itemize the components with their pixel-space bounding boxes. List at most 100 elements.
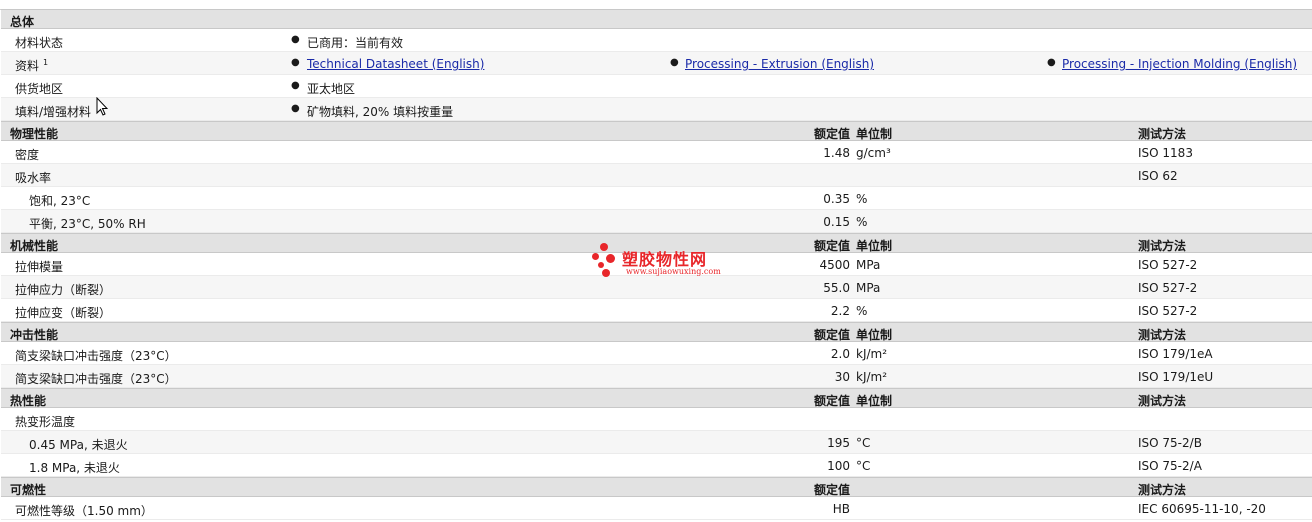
row-method: ISO 179/1eA [1138,347,1213,361]
row-value: 55.0 [823,281,850,295]
row-method: ISO 527-2 [1138,304,1198,318]
row-method: ISO 527-2 [1138,258,1198,272]
row-label: 拉伸模量 [15,260,64,274]
table-row: 简支梁缺口冲击强度（23°C） 30 kJ/m² ISO 179/1eU [1,365,1312,388]
watermark-url: www.sujiaowuxing.com [626,267,721,276]
table-row: 吸水率 ISO 62 [1,164,1312,187]
unit-header: 单位制 [856,127,893,141]
row-label: 拉伸应变（断裂） [15,306,112,320]
row-value: HB [832,502,850,516]
row-label: 简支梁缺口冲击强度（23°C） [15,349,177,363]
table-row: 0.45 MPa, 未退火 195 °C ISO 75-2/B [1,431,1312,454]
section-thermal-header: 热性能 额定值 单位制 测试方法 [1,388,1312,408]
table-row: 资料 1 ● Technical Datasheet (English) ● Pr… [1,52,1312,75]
bullet-icon: ● [1047,57,1056,68]
row-unit: kJ/m² [856,347,888,361]
section-title: 机械性能 [10,239,59,253]
table-row: 拉伸应变（断裂） 2.2 % ISO 527-2 [1,299,1312,322]
row-value: 30 [834,370,850,384]
section-title: 冲击性能 [10,328,59,342]
row-value: 4500 [819,258,850,272]
section-general-header: 总体 [1,9,1312,29]
table-row: 密度 1.48 g/cm³ ISO 1183 [1,141,1312,164]
row-value: 100 [827,459,850,473]
row-unit: MPa [856,281,881,295]
row-label: 0.45 MPa, 未退火 [29,438,128,452]
row-method: ISO 1183 [1138,146,1193,160]
row-method: IEC 60695-11-10, -20 [1138,502,1266,516]
row-method: ISO 179/1eU [1138,370,1214,384]
unit-header: 单位制 [856,239,893,253]
row-value: 195 [827,436,850,450]
table-row: 填料/增强材料 ● 矿物填料, 20% 填料按重量 [1,98,1312,121]
section-physical-header: 物理性能 额定值 单位制 测试方法 [1,121,1312,141]
bullet-icon: ● [670,57,679,68]
nominal-header: 额定值 [813,127,850,141]
row-unit: % [856,304,868,318]
unit-header: 单位制 [856,394,893,408]
row-label: 密度 [15,148,40,162]
row-label: 供货地区 [15,82,64,96]
processing-injection-molding-link[interactable]: Processing - Injection Molding (English) [1062,57,1297,71]
section-flammability-header: 可燃性 额定值 测试方法 [1,477,1312,497]
section-title: 总体 [10,15,35,29]
table-row: 拉伸应力（断裂） 55.0 MPa ISO 527-2 [1,276,1312,299]
table-row: 热变形温度 [1,408,1312,431]
mouse-cursor-icon [96,97,108,116]
row-value: 已商用：当前有效 [307,36,404,50]
nominal-header: 额定值 [813,483,850,497]
bullet-icon: ● [291,80,300,91]
row-label: 可燃性等级（1.50 mm） [15,504,153,518]
row-method: ISO 75-2/B [1138,436,1202,450]
row-method: ISO 527-2 [1138,281,1198,295]
row-label: 饱和, 23°C [29,194,91,208]
table-row: 供货地区 ● 亚太地区 [1,75,1312,98]
table-row: 平衡, 23°C, 50% RH 0.15 % [1,210,1312,233]
row-value: 0.15 [823,215,850,229]
table-row: 饱和, 23°C 0.35 % [1,187,1312,210]
row-unit: °C [856,436,871,450]
row-unit: kJ/m² [856,370,888,384]
row-label: 热变形温度 [15,415,76,429]
row-unit: % [856,215,868,229]
row-value: 2.2 [830,304,850,318]
nominal-header: 额定值 [813,239,850,253]
technical-datasheet-link[interactable]: Technical Datasheet (English) [307,57,484,71]
row-label: 平衡, 23°C, 50% RH [29,217,146,231]
row-unit: °C [856,459,871,473]
nominal-header: 额定值 [813,394,850,408]
processing-extrusion-link[interactable]: Processing - Extrusion (English) [685,57,874,71]
table-row: 简支梁缺口冲击强度（23°C） 2.0 kJ/m² ISO 179/1eA [1,342,1312,365]
row-method: ISO 75-2/A [1138,459,1202,473]
method-header: 测试方法 [1138,483,1187,497]
method-header: 测试方法 [1138,394,1187,408]
bullet-icon: ● [291,103,300,114]
row-unit: g/cm³ [856,146,891,160]
unit-header: 单位制 [856,328,893,342]
method-header: 测试方法 [1138,239,1187,253]
section-impact-header: 冲击性能 额定值 单位制 测试方法 [1,322,1312,342]
row-value: 亚太地区 [307,82,356,96]
row-unit: % [856,192,868,206]
row-value: 2.0 [830,347,850,361]
method-header: 测试方法 [1138,127,1187,141]
row-unit: MPa [856,258,881,272]
row-label: 材料状态 [15,36,64,50]
watermark-logo: 塑胶物性网 www.sujiaowuxing.com [592,243,732,279]
section-title: 热性能 [10,394,47,408]
row-value: 0.35 [823,192,850,206]
bullet-icon: ● [291,57,300,68]
table-row: 1.8 MPa, 未退火 100 °C ISO 75-2/A [1,454,1312,477]
row-method: ISO 62 [1138,169,1178,183]
row-label: 填料/增强材料 [15,105,92,119]
row-value: 1.48 [823,146,850,160]
table-row: 材料状态 ● 已商用：当前有效 [1,29,1312,52]
row-label: 1.8 MPa, 未退火 [29,461,120,475]
nominal-header: 额定值 [813,328,850,342]
table-row: 可燃性等级（1.50 mm） HB IEC 60695-11-10, -20 [1,497,1312,520]
section-title: 可燃性 [10,483,47,497]
row-label: 简支梁缺口冲击强度（23°C） [15,372,177,386]
row-value: 矿物填料, 20% 填料按重量 [307,105,454,119]
datasheet-table: 总体 材料状态 ● 已商用：当前有效 资料 1 ● Technical Datas… [0,0,1312,522]
bullet-icon: ● [291,34,300,45]
